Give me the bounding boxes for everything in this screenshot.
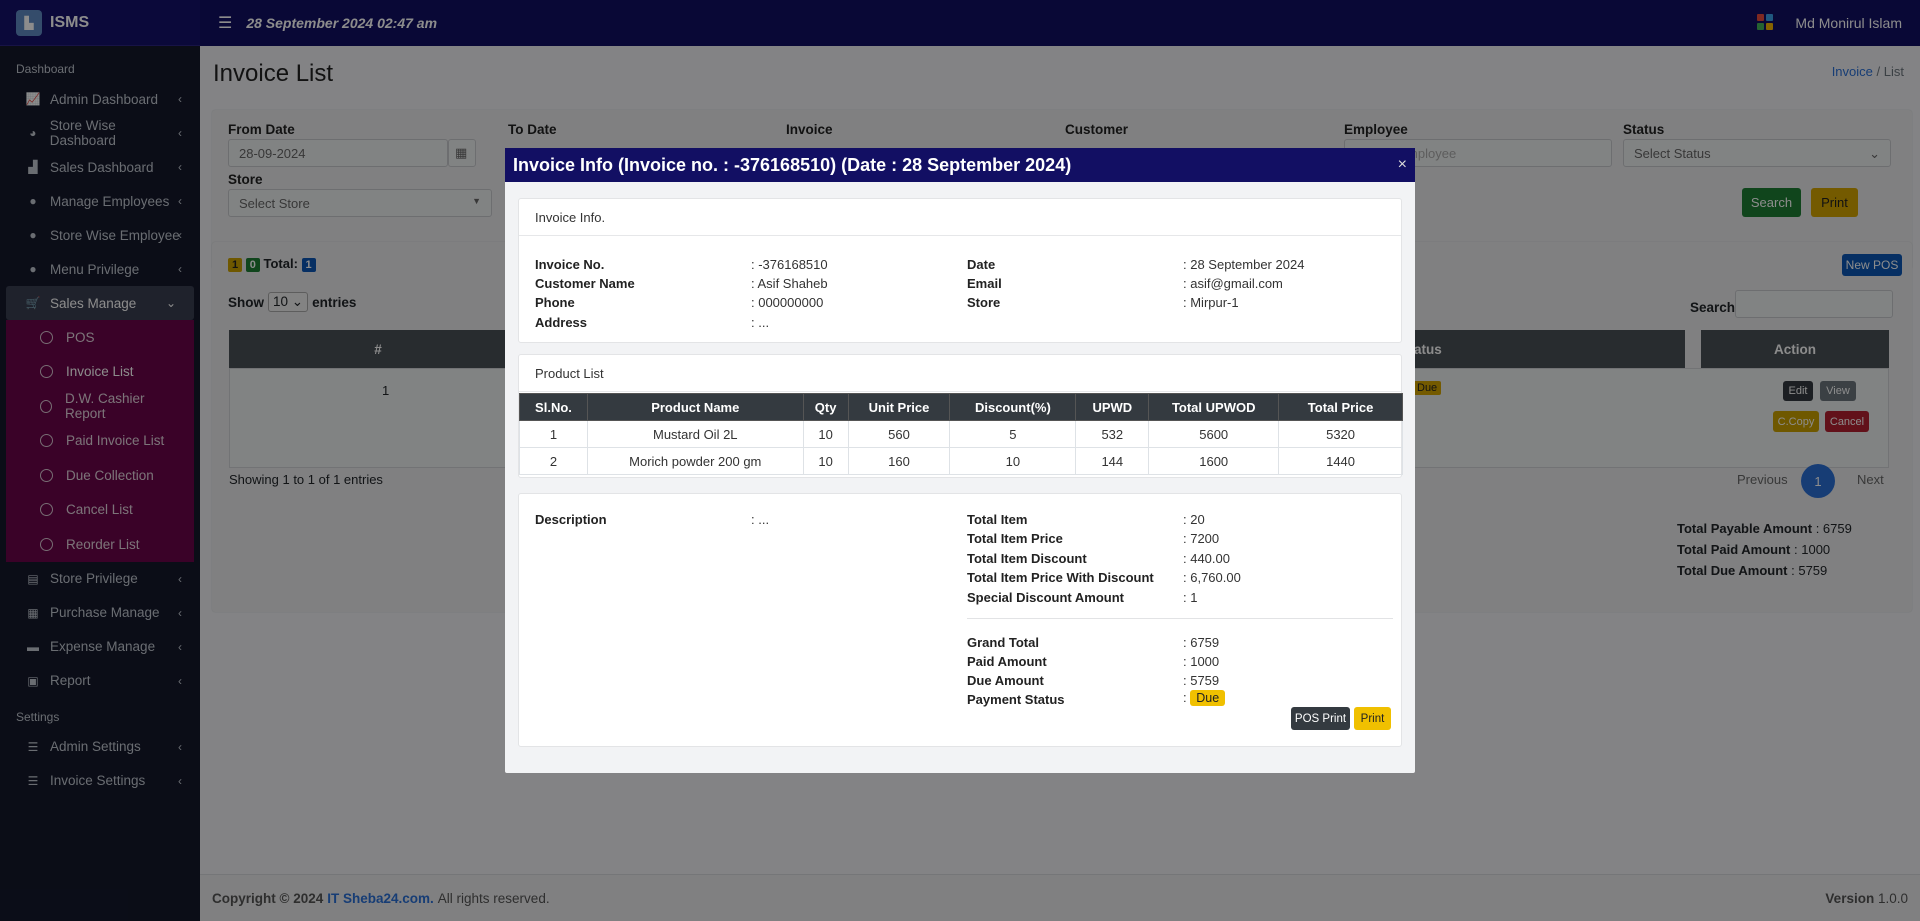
- cell-total-price: 1440: [1278, 447, 1403, 475]
- product-list-card: Product List Sl.No. Product Name Qty Uni…: [518, 354, 1403, 478]
- phone-value: : 000000000: [751, 295, 824, 310]
- cell-upwd: 144: [1075, 447, 1150, 475]
- special-discount-value: : 1: [1183, 590, 1198, 605]
- col-product-name: Product Name: [586, 393, 804, 421]
- date-value: : 28 September 2024: [1183, 257, 1305, 272]
- invoice-no-value: : -376168510: [751, 257, 828, 272]
- cell-total-upwod: 1600: [1148, 447, 1280, 475]
- cell-product-name: Morich powder 200 gm: [586, 447, 804, 475]
- invoice-info-title: Invoice Info.: [519, 199, 1401, 236]
- invoice-summary-card: Description : ... Total Item : 20 Total …: [518, 493, 1402, 747]
- col-qty: Qty: [802, 393, 849, 421]
- pos-print-button[interactable]: POS Print: [1291, 707, 1350, 730]
- col-sl-no: Sl.No.: [519, 393, 588, 421]
- cell-sl-no: 2: [519, 447, 588, 475]
- description-label: Description: [535, 512, 607, 527]
- table-row: 1 Mustard Oil 2L 10 560 5 532 5600 5320: [519, 420, 1403, 448]
- payment-status: : Due: [1183, 690, 1226, 706]
- cell-upwd: 532: [1075, 420, 1150, 448]
- cell-qty: 10: [802, 420, 849, 448]
- col-unit-price: Unit Price: [847, 393, 951, 421]
- col-upwd: UPWD: [1075, 393, 1150, 421]
- email-label: Email: [967, 276, 1002, 291]
- cell-discount: 10: [949, 447, 1077, 475]
- product-table: Sl.No. Product Name Qty Unit Price Disco…: [519, 393, 1403, 475]
- cell-unit-price: 560: [847, 420, 951, 448]
- store-value: : Mirpur-1: [1183, 295, 1239, 310]
- cell-total-price: 5320: [1278, 420, 1403, 448]
- phone-label: Phone: [535, 295, 575, 310]
- date-label: Date: [967, 257, 996, 272]
- table-row: 2 Morich powder 200 gm 10 160 10 144 160…: [519, 447, 1403, 475]
- price-with-discount-value: : 6,760.00: [1183, 570, 1241, 585]
- invoice-info-modal: Invoice Info (Invoice no. : -376168510) …: [505, 148, 1415, 773]
- invoice-info-card: Invoice Info. Invoice No. : -376168510 C…: [518, 198, 1402, 343]
- due-amount-label: Due Amount: [967, 673, 1044, 688]
- grand-total-value: : 6759: [1183, 635, 1220, 650]
- col-total-price: Total Price: [1278, 393, 1403, 421]
- store-label: Store: [967, 295, 1001, 310]
- grand-total-label: Grand Total: [967, 635, 1039, 650]
- total-item-price-label: Total Item Price: [967, 531, 1063, 546]
- paid-amount-label: Paid Amount: [967, 654, 1047, 669]
- total-item-discount-value: : 440.00: [1183, 551, 1230, 566]
- address-label: Address: [535, 315, 588, 330]
- cell-qty: 10: [802, 447, 849, 475]
- product-table-header: Sl.No. Product Name Qty Unit Price Disco…: [519, 393, 1403, 421]
- customer-name-label: Customer Name: [535, 276, 635, 291]
- modal-title: Invoice Info (Invoice no. : -376168510) …: [513, 154, 1072, 175]
- email-value: : asif@gmail.com: [1183, 276, 1283, 291]
- col-discount: Discount(%): [949, 393, 1077, 421]
- invoice-no-label: Invoice No.: [535, 257, 605, 272]
- cell-unit-price: 160: [847, 447, 951, 475]
- paid-amount-value: : 1000: [1183, 654, 1220, 669]
- total-item-price-value: : 7200: [1183, 531, 1220, 546]
- close-icon[interactable]: ×: [1398, 156, 1407, 174]
- col-total-upwod: Total UPWOD: [1148, 393, 1280, 421]
- modal-header: Invoice Info (Invoice no. : -376168510) …: [505, 148, 1415, 182]
- special-discount-label: Special Discount Amount: [967, 590, 1124, 605]
- price-with-discount-label: Total Item Price With Discount: [967, 570, 1154, 585]
- customer-name-value: : Asif Shaheb: [751, 276, 828, 291]
- total-item-label: Total Item: [967, 512, 1028, 527]
- payment-status-label: Payment Status: [967, 692, 1065, 707]
- cell-discount: 5: [949, 420, 1077, 448]
- description-value: : ...: [751, 512, 770, 527]
- total-item-value: : 20: [1183, 512, 1205, 527]
- due-amount-value: : 5759: [1183, 673, 1220, 688]
- address-value: : ...: [751, 315, 770, 330]
- summary-divider: [967, 618, 1393, 619]
- product-list-title: Product List: [519, 355, 1401, 392]
- total-item-discount-label: Total Item Discount: [967, 551, 1087, 566]
- print-button[interactable]: Print: [1354, 707, 1391, 730]
- cell-total-upwod: 5600: [1148, 420, 1280, 448]
- cell-product-name: Mustard Oil 2L: [586, 420, 804, 448]
- payment-status-badge: Due: [1190, 690, 1226, 706]
- cell-sl-no: 1: [519, 420, 588, 448]
